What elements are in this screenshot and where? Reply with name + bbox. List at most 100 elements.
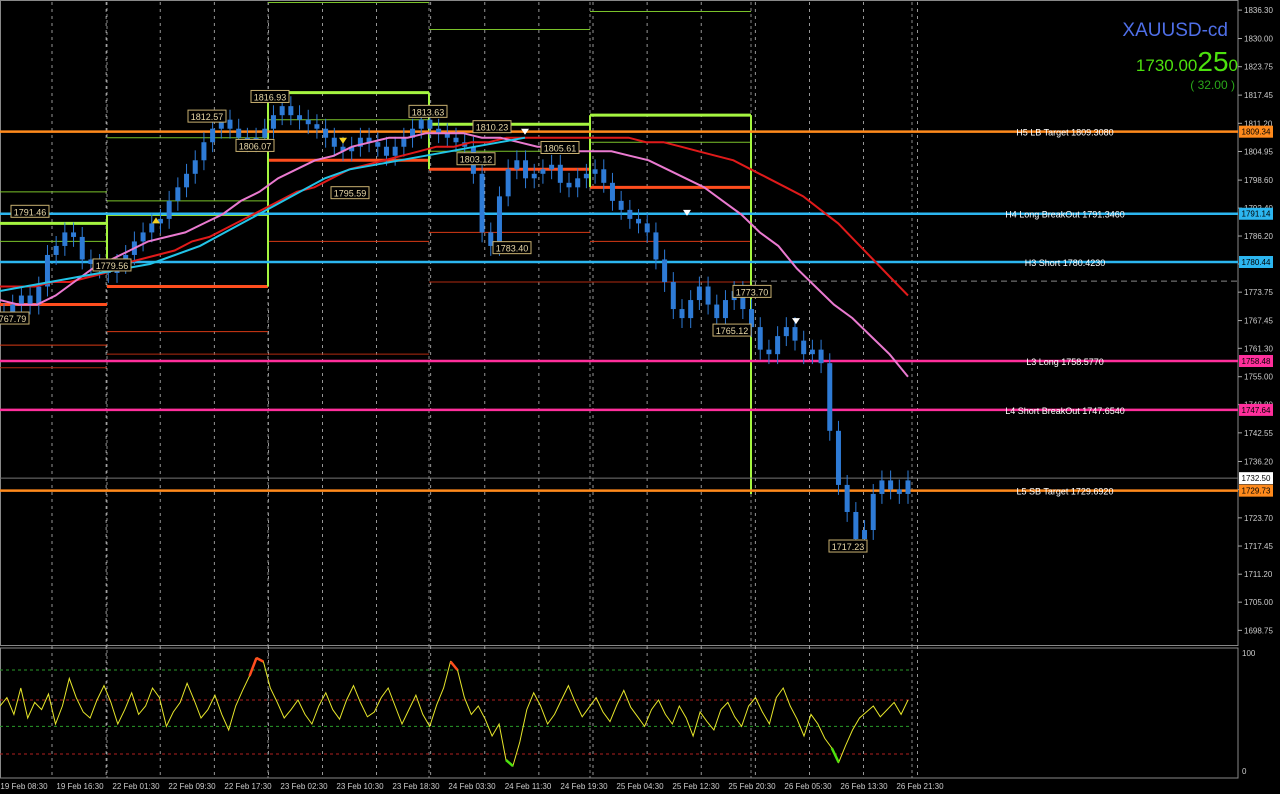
candle-body	[175, 187, 181, 201]
candle-body	[705, 286, 711, 305]
level-tag-text: 1791.14	[1242, 210, 1271, 219]
level-label: H5 LB Target 1809.3080	[1016, 128, 1113, 138]
price-label-text: 1717.23	[832, 542, 865, 552]
candle-body	[696, 286, 702, 301]
oscillator-line	[0, 657, 909, 767]
main-frame	[0, 0, 1239, 646]
arrow-down-icon	[339, 137, 347, 144]
y-tick-label: 1698.75	[1244, 626, 1273, 635]
candle-body	[844, 484, 850, 512]
candle-body	[818, 349, 824, 364]
candle-body	[601, 169, 607, 183]
candle-body	[870, 493, 876, 531]
candle-body	[323, 128, 329, 138]
bid-price-main: 1730.00	[1135, 56, 1198, 75]
level-label: H4 Long BreakOut 1791.3460	[1005, 210, 1125, 220]
price-label-text: 1795.59	[334, 189, 367, 199]
candle-body	[453, 137, 459, 143]
oscillator-panel	[0, 656, 912, 767]
candle-body	[531, 173, 537, 179]
y-tick-label: 1836.30	[1244, 6, 1273, 15]
candle-body	[644, 223, 650, 233]
x-tick-label: 23 Feb 10:30	[336, 782, 384, 791]
price-label-text: 1806.07	[239, 141, 272, 151]
candle-body	[566, 182, 572, 188]
bid-price-big: 25	[1197, 46, 1229, 77]
oscillator-tick-label: 0	[1242, 767, 1247, 776]
candle-body	[392, 146, 398, 156]
y-tick-label: 1742.55	[1244, 429, 1273, 438]
candle-body	[714, 304, 720, 319]
candle-body	[757, 327, 763, 350]
price-label-text: 1816.93	[254, 92, 287, 102]
price-label-text: 1813.63	[412, 107, 445, 117]
candle-body	[775, 336, 781, 355]
candle-body	[192, 160, 198, 174]
candle-body	[79, 236, 85, 260]
candle-body	[418, 119, 424, 129]
candle-body	[609, 182, 615, 201]
oscillator-tick-label: 100	[1242, 649, 1256, 658]
level-label: H3 Short 1780.4230	[1025, 258, 1106, 268]
candle-body	[262, 128, 268, 138]
candle-body	[862, 530, 868, 540]
candle-body	[549, 164, 555, 170]
candle-body	[236, 128, 242, 138]
x-tick-label: 26 Feb 13:30	[840, 782, 888, 791]
candle-body	[783, 327, 789, 337]
y-tick-label: 1830.00	[1244, 35, 1273, 44]
candle-body	[18, 295, 24, 305]
price-label-text: 1791.46	[14, 207, 47, 217]
candle-body	[71, 232, 77, 237]
price-label-text: 1810.23	[476, 123, 509, 133]
chart-canvas[interactable]: H5 LB Target 1809.3080 H4 Long BreakOut 1…	[0, 0, 1280, 794]
oscillator-oversold	[830, 747, 840, 763]
candle-body	[331, 137, 337, 147]
candle-body	[227, 119, 233, 129]
y-tick-label: 1711.20	[1244, 570, 1273, 579]
x-tick-label: 24 Feb 11:30	[505, 782, 552, 791]
oscillator-overbought	[255, 656, 264, 663]
x-tick-label: 19 Feb 08:30	[0, 782, 48, 791]
candle-body	[905, 480, 911, 494]
x-tick-label: 23 Feb 18:30	[392, 782, 440, 791]
oscillator-oversold	[505, 759, 514, 767]
candle-body	[401, 137, 407, 147]
candle-body	[314, 124, 320, 129]
y-tick-label: 1817.45	[1244, 91, 1273, 100]
candle-body	[184, 173, 190, 188]
time-axis: 19 Feb 08:30 19 Feb 16:30 22 Feb 01:30 22 F…	[0, 782, 944, 791]
candle-body	[592, 169, 598, 174]
candle-body	[523, 160, 529, 179]
x-tick-label: 26 Feb 21:30	[896, 782, 944, 791]
candle-body	[27, 295, 33, 305]
candle-body	[835, 430, 841, 485]
x-tick-label: 25 Feb 04:30	[616, 782, 664, 791]
candle-body	[53, 245, 59, 255]
candle-body	[62, 232, 68, 246]
arrow-down-icon	[792, 318, 800, 325]
candle-body	[575, 178, 581, 188]
level-label: L5 SB Target 1729.6920	[1017, 487, 1114, 497]
x-tick-label: 22 Feb 01:30	[112, 782, 160, 791]
level-tag-text: 1809.34	[1242, 128, 1271, 137]
candle-body	[288, 106, 294, 116]
x-tick-label: 22 Feb 09:30	[168, 782, 216, 791]
candle-body	[653, 232, 659, 260]
candle-body	[505, 169, 511, 197]
candle-body	[201, 142, 207, 161]
candle-body	[888, 480, 894, 490]
candle-body	[636, 218, 642, 224]
candle-body	[557, 164, 563, 183]
price-label-text: 1765.12	[716, 326, 749, 336]
price-label-text: 1767.79	[0, 314, 26, 324]
y-tick-label: 1767.45	[1244, 317, 1273, 326]
x-tick-label: 24 Feb 19:30	[560, 782, 608, 791]
price-axis: 1836.301830.001823.751817.451811.201804.…	[1238, 6, 1273, 776]
candle-body	[618, 200, 624, 210]
level-label: L4 Short BreakOut 1747.6540	[1005, 406, 1125, 416]
candle-body	[722, 300, 728, 319]
candle-body	[627, 209, 633, 219]
price-label-text: 1779.56	[96, 261, 129, 271]
candle-body	[809, 349, 815, 355]
